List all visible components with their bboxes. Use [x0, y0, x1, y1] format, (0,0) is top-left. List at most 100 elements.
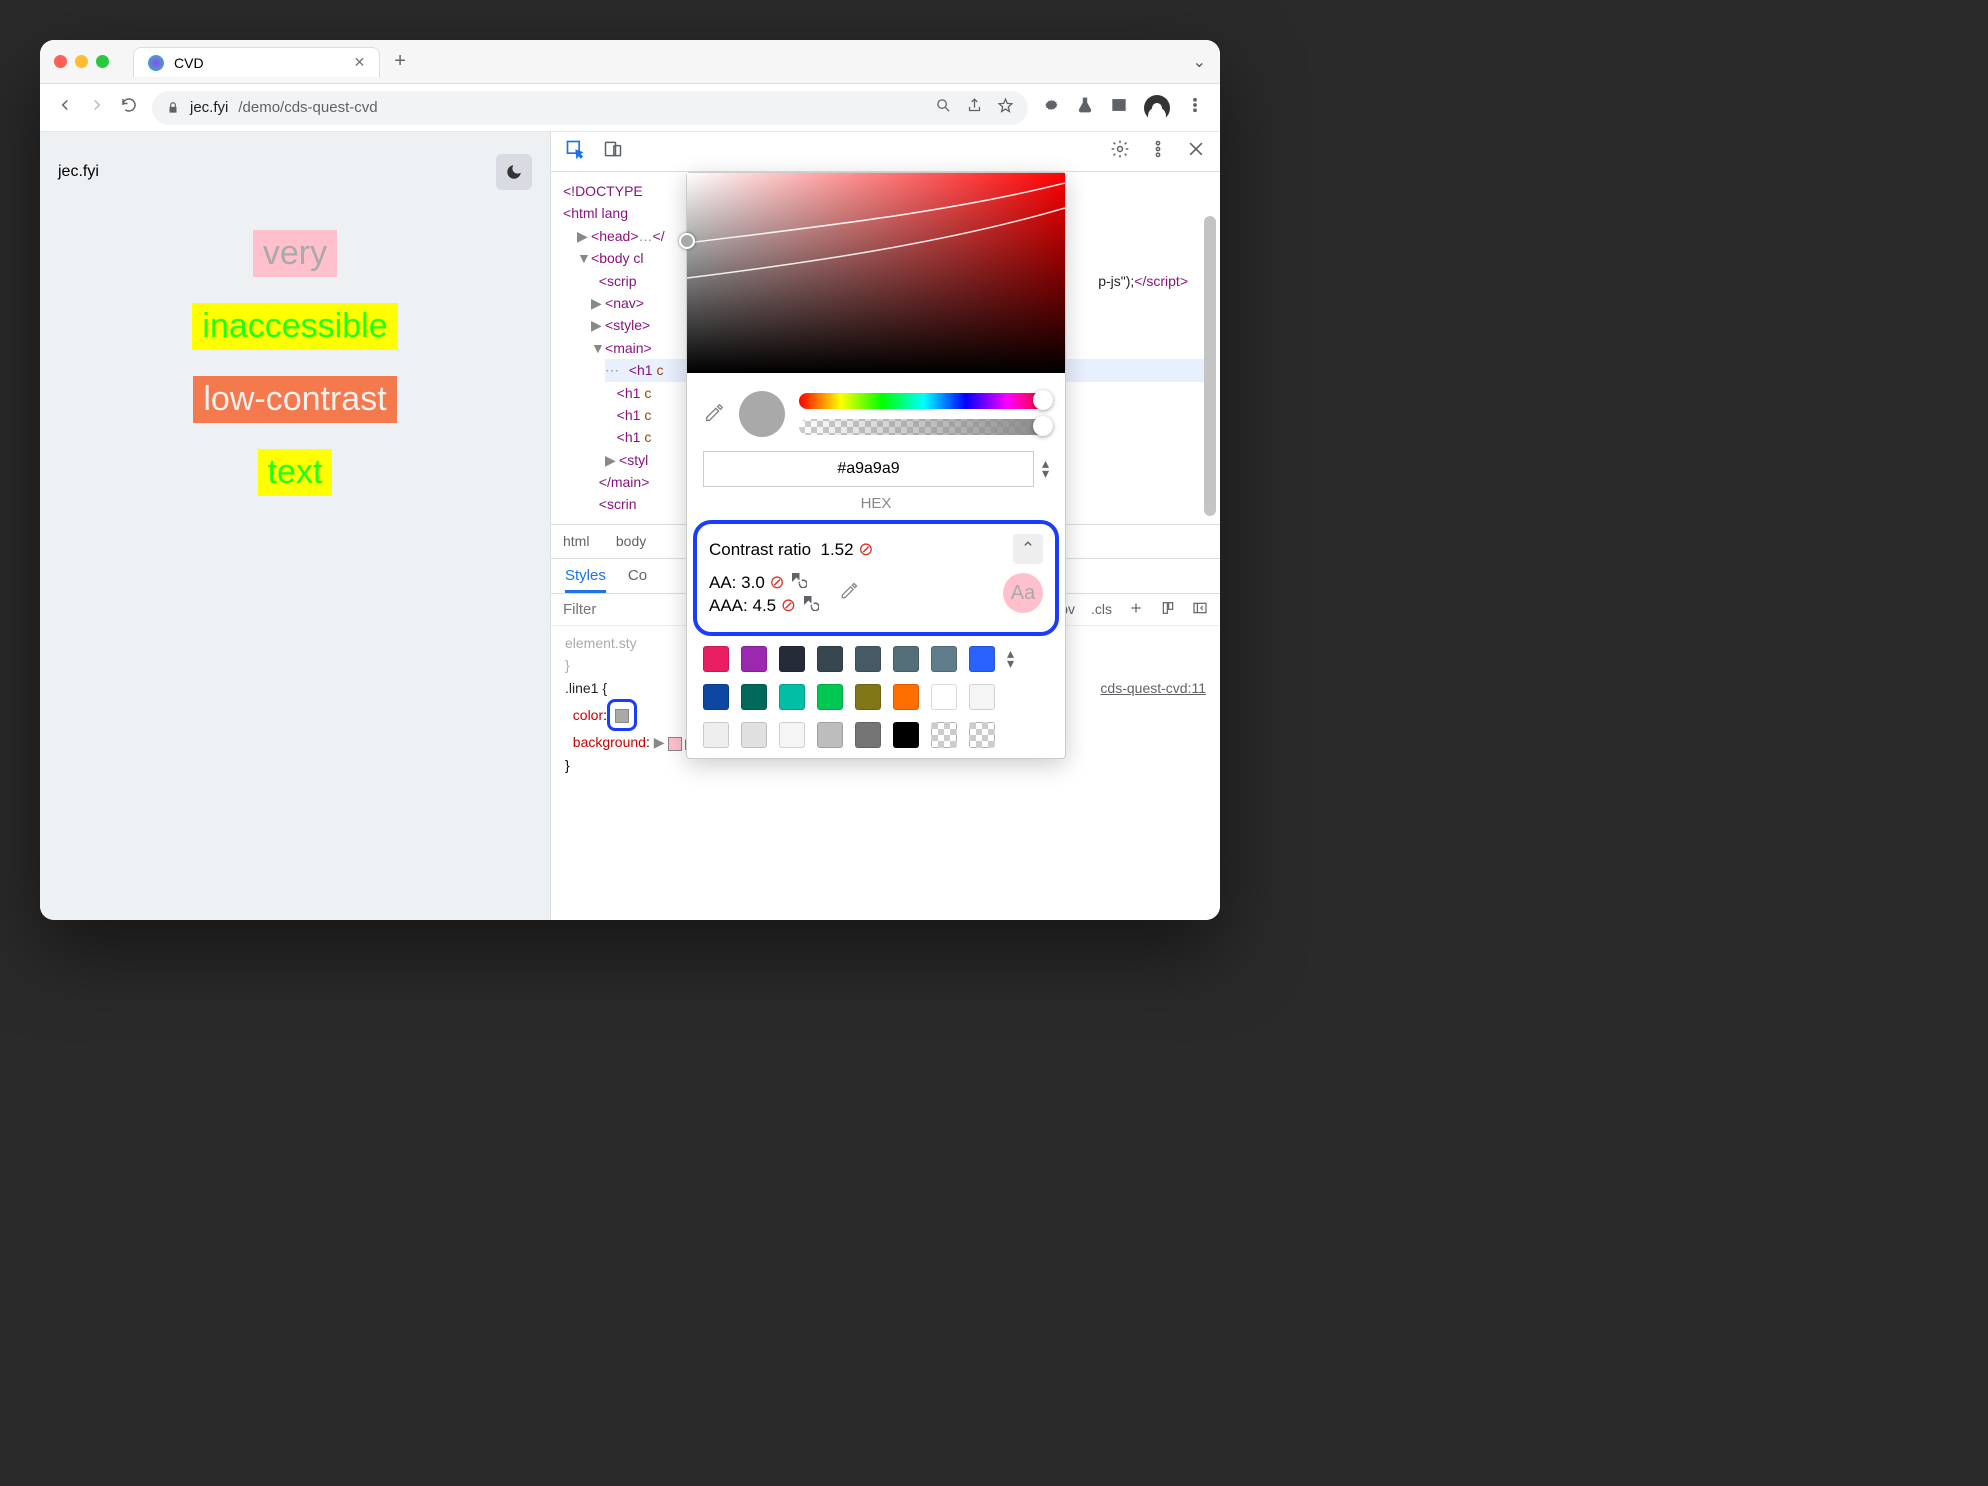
hue-slider[interactable]	[799, 393, 1049, 409]
hue-thumb[interactable]	[1033, 390, 1053, 410]
device-toggle-icon[interactable]	[603, 139, 623, 164]
palette-swatch[interactable]	[779, 722, 805, 748]
tab-styles[interactable]: Styles	[565, 567, 606, 593]
aaa-fail-icon: ⊘	[781, 595, 796, 615]
palette-swatch[interactable]	[817, 684, 843, 710]
palette-swatch[interactable]	[779, 684, 805, 710]
scrollbar[interactable]	[1204, 216, 1216, 516]
color-picker: ▴▾ HEX Contrast ratio 1.52 ⊘ ⌃ AA: 3.0 ⊘	[686, 172, 1066, 759]
palette-swatch[interactable]	[817, 646, 843, 672]
rule-source-link[interactable]: cds-quest-cvd:11	[1100, 677, 1206, 699]
browser-window: CVD ✕ + ⌄ jec.fyi/demo/cds-quest-cvd	[40, 40, 1220, 920]
palette-stepper[interactable]: ▴▾	[1007, 649, 1033, 669]
crumb-html[interactable]: html	[563, 533, 589, 549]
palette-swatch[interactable]	[969, 646, 995, 672]
gradient-handle[interactable]	[679, 233, 695, 249]
palette-swatch[interactable]	[703, 722, 729, 748]
background-swatch[interactable]	[668, 737, 682, 751]
dark-mode-toggle[interactable]	[496, 154, 532, 190]
new-tab-button[interactable]: +	[394, 50, 406, 73]
palette-swatch[interactable]	[855, 646, 881, 672]
palette-swatch[interactable]	[855, 722, 881, 748]
labs-icon[interactable]	[1076, 96, 1094, 119]
lock-icon	[166, 101, 180, 115]
maximize-window[interactable]	[96, 55, 109, 68]
palette-swatch[interactable]	[931, 646, 957, 672]
url-path: /demo/cds-quest-cvd	[238, 99, 377, 116]
palette-swatch[interactable]	[703, 646, 729, 672]
tab-title: CVD	[174, 55, 204, 71]
extensions-icon[interactable]	[1042, 96, 1060, 119]
reload-button[interactable]	[120, 96, 138, 119]
devtools-close-icon[interactable]	[1186, 139, 1206, 164]
palette-swatch[interactable]	[741, 722, 767, 748]
tab-computed[interactable]: Co	[628, 567, 647, 593]
back-button[interactable]	[56, 96, 74, 119]
profile-avatar[interactable]	[1144, 95, 1170, 121]
rule-selector[interactable]: .line1 {	[565, 680, 607, 696]
html-tag: html lang	[571, 205, 628, 221]
palette-swatch[interactable]	[931, 722, 957, 748]
crumb-body[interactable]: body	[616, 533, 646, 549]
color-swatch-selected[interactable]	[607, 699, 637, 731]
palette-swatch[interactable]	[703, 684, 729, 710]
line-1: very	[253, 230, 337, 277]
palette-swatch[interactable]	[893, 684, 919, 710]
palette-swatch[interactable]	[969, 722, 995, 748]
alpha-thumb[interactable]	[1033, 416, 1053, 436]
palette-swatch[interactable]	[893, 722, 919, 748]
aa-fix-icon[interactable]	[789, 573, 807, 592]
tab-close-icon[interactable]: ✕	[354, 54, 366, 71]
inspect-element-icon[interactable]	[565, 139, 585, 164]
devtools-panel: <!DOCTYPE <html lang ▶<head>…</ ▼<body c…	[550, 132, 1220, 920]
more-icon[interactable]	[1148, 139, 1168, 164]
menu-icon[interactable]	[1186, 96, 1204, 119]
palette-swatch[interactable]	[893, 646, 919, 672]
demo-lines: very inaccessible low-contrast text	[58, 230, 532, 496]
contrast-section: Contrast ratio 1.52 ⊘ ⌃ AA: 3.0 ⊘ AAA: 4…	[693, 520, 1059, 636]
flex-icon[interactable]	[1160, 600, 1176, 619]
aaa-fix-icon[interactable]	[801, 596, 819, 615]
rendered-page: jec.fyi very inaccessible low-contrast t…	[40, 132, 550, 920]
saturation-gradient[interactable]	[687, 173, 1065, 373]
forward-button	[88, 96, 106, 119]
titlebar: CVD ✕ + ⌄	[40, 40, 1220, 84]
line-4: text	[258, 449, 333, 496]
contrast-preview: Aa	[1003, 573, 1043, 613]
palette-swatch[interactable]	[779, 646, 805, 672]
palette-swatch[interactable]	[741, 646, 767, 672]
collapse-icon[interactable]: ⌃	[1013, 534, 1043, 564]
url-host: jec.fyi	[190, 99, 228, 116]
close-window[interactable]	[54, 55, 67, 68]
format-stepper[interactable]: ▴▾	[1042, 459, 1049, 479]
line-2: inaccessible	[192, 303, 397, 350]
page-brand: jec.fyi	[58, 163, 99, 181]
browser-tab[interactable]: CVD ✕	[133, 47, 380, 77]
eyedropper-icon[interactable]	[703, 402, 725, 427]
minimize-window[interactable]	[75, 55, 88, 68]
hex-label: HEX	[687, 495, 1065, 520]
address-bar-row: jec.fyi/demo/cds-quest-cvd	[40, 84, 1220, 132]
settings-gear-icon[interactable]	[1110, 139, 1130, 164]
color-palette: ▴▾	[687, 636, 1065, 758]
share-icon[interactable]	[966, 97, 983, 118]
zoom-icon[interactable]	[935, 97, 952, 118]
drawer-icon[interactable]	[1192, 600, 1208, 619]
star-icon[interactable]	[997, 97, 1014, 118]
alpha-slider[interactable]	[799, 419, 1049, 435]
palette-swatch[interactable]	[741, 684, 767, 710]
tabs-chevron-icon[interactable]: ⌄	[1193, 52, 1206, 72]
panel-icon[interactable]	[1110, 96, 1128, 119]
new-rule-icon[interactable]	[1128, 600, 1144, 619]
line-3: low-contrast	[193, 376, 396, 423]
palette-swatch[interactable]	[969, 684, 995, 710]
aa-fail-icon: ⊘	[770, 572, 785, 592]
cls-toggle[interactable]: .cls	[1091, 601, 1112, 617]
bg-eyedropper-icon[interactable]	[839, 581, 859, 606]
hex-input[interactable]	[703, 451, 1034, 487]
favicon	[148, 55, 164, 71]
palette-swatch[interactable]	[931, 684, 957, 710]
palette-swatch[interactable]	[855, 684, 881, 710]
url-bar[interactable]: jec.fyi/demo/cds-quest-cvd	[152, 91, 1028, 125]
palette-swatch[interactable]	[817, 722, 843, 748]
